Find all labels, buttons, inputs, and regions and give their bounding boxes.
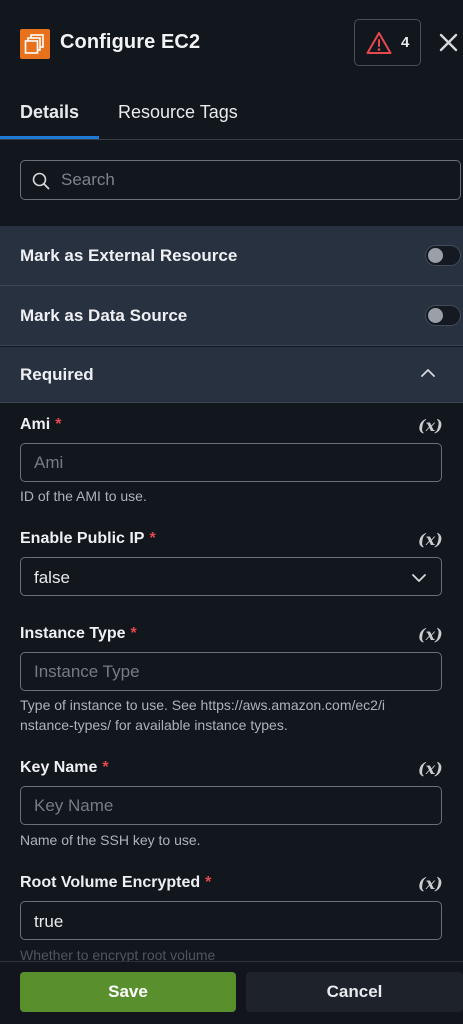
external-resource-toggle[interactable]	[425, 245, 461, 266]
required-asterisk: *	[205, 874, 212, 891]
enable-public-ip-select[interactable]: false	[20, 557, 442, 596]
ami-input[interactable]	[20, 443, 442, 482]
required-asterisk: *	[130, 625, 137, 642]
close-button[interactable]	[438, 32, 460, 54]
enable-public-ip-label-text: Enable Public IP	[20, 530, 145, 547]
instance-type-help-line-1: Type of instance to use. See https://aws…	[20, 697, 385, 713]
chevron-down-icon	[412, 574, 426, 582]
warning-triangle-icon	[366, 32, 392, 54]
required-section-label: Required	[20, 365, 94, 384]
key-name-label-text: Key Name	[20, 759, 98, 776]
external-resource-label: Mark as External Resource	[20, 246, 238, 265]
key-name-label: Key Name *	[20, 759, 109, 777]
required-asterisk: *	[149, 530, 156, 547]
data-source-toggle[interactable]	[425, 305, 461, 326]
action-footer: Save Cancel	[0, 961, 463, 1024]
configure-ec2-panel: Configure EC2 4 Details Resource Tags Se…	[0, 0, 463, 1024]
panel-header: Configure EC2 4	[0, 0, 463, 88]
cancel-button[interactable]: Cancel	[246, 972, 463, 1012]
instance-type-label: Instance Type *	[20, 625, 137, 643]
enable-public-ip-value: false	[34, 568, 70, 587]
ami-variable-button[interactable]: (x)	[418, 416, 443, 435]
save-button[interactable]: Save	[20, 972, 236, 1012]
enable-public-ip-variable-button[interactable]: (x)	[418, 530, 443, 549]
required-section-header[interactable]: Required	[0, 347, 463, 403]
required-asterisk: *	[102, 759, 109, 776]
root-volume-encrypted-variable-button[interactable]: (x)	[418, 874, 443, 893]
key-name-input[interactable]	[20, 786, 442, 825]
key-name-help-text: Name of the SSH key to use.	[20, 832, 201, 848]
root-volume-encrypted-label: Root Volume Encrypted *	[20, 874, 211, 892]
enable-public-ip-label: Enable Public IP *	[20, 530, 156, 548]
tab-details[interactable]: Details	[20, 102, 79, 123]
external-resource-row: Mark as External Resource	[0, 226, 463, 286]
root-volume-encrypted-value: true	[34, 912, 64, 931]
tab-bar: Details Resource Tags	[0, 88, 463, 140]
search-input[interactable]	[61, 169, 441, 191]
instance-type-label-text: Instance Type	[20, 625, 126, 642]
ami-label-text: Ami	[20, 416, 51, 433]
toggle-knob	[428, 248, 443, 263]
alert-count-badge: 4	[401, 34, 410, 51]
search-icon	[32, 172, 50, 190]
alerts-button[interactable]: 4	[354, 19, 421, 66]
required-asterisk: *	[55, 416, 62, 433]
instance-type-input[interactable]	[20, 652, 442, 691]
search-box[interactable]	[20, 160, 461, 200]
close-icon	[439, 33, 458, 52]
toggle-knob	[428, 308, 443, 323]
root-volume-encrypted-input[interactable]: true	[20, 901, 442, 940]
key-name-variable-button[interactable]: (x)	[418, 759, 443, 778]
data-source-label: Mark as Data Source	[20, 306, 188, 325]
chevron-up-icon	[421, 369, 435, 377]
aws-ec2-icon	[20, 29, 50, 59]
ami-help-text: ID of the AMI to use.	[20, 488, 147, 504]
active-tab-indicator	[0, 136, 99, 139]
ami-label: Ami *	[20, 416, 61, 434]
root-volume-encrypted-label-text: Root Volume Encrypted	[20, 874, 201, 891]
tab-resource-tags[interactable]: Resource Tags	[118, 102, 238, 123]
instance-type-help-line-2: nstance-types/ for available instance ty…	[20, 717, 288, 733]
instance-type-variable-button[interactable]: (x)	[418, 625, 443, 644]
search-area	[0, 140, 463, 225]
data-source-row: Mark as Data Source	[0, 286, 463, 346]
page-title: Configure EC2	[60, 31, 201, 53]
